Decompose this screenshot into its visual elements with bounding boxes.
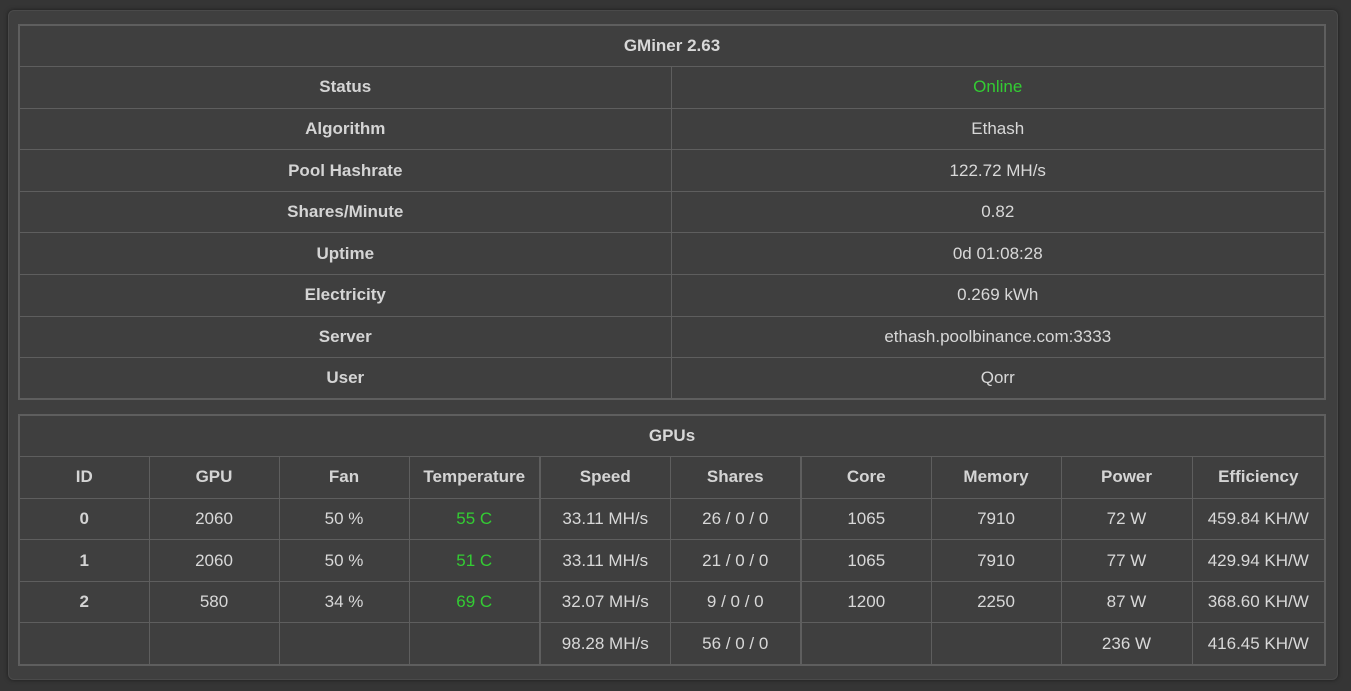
summary-row-status: Status Online xyxy=(18,66,1326,109)
gpu-efficiency: 459.84 KH/W xyxy=(1191,497,1326,541)
server-value: ethash.poolbinance.com:3333 xyxy=(670,315,1326,359)
user-value: Qorr xyxy=(670,357,1326,400)
gpu-fan: 50 % xyxy=(278,497,410,541)
gpu-row-0: 0 2060 50 % 55 C 33.11 MH/s 26 / 0 / 0 1… xyxy=(18,497,1326,541)
gpu-power: 72 W xyxy=(1060,497,1193,541)
server-label: Server xyxy=(18,315,672,359)
summary-title-row: GMiner 2.63 xyxy=(18,24,1326,68)
total-speed: 98.28 MH/s xyxy=(539,622,671,666)
total-shares: 56 / 0 / 0 xyxy=(669,622,802,666)
gpu-shares: 9 / 0 / 0 xyxy=(669,580,802,624)
gpu-temperature: 69 C xyxy=(408,580,541,624)
header-id: ID xyxy=(18,456,150,499)
gpu-memory: 2250 xyxy=(930,580,1062,624)
gpu-row-2: 2 580 34 % 69 C 32.07 MH/s 9 / 0 / 0 120… xyxy=(18,580,1326,624)
summary-row-shares-minute: Shares/Minute 0.82 xyxy=(18,190,1326,234)
gpu-speed: 32.07 MH/s xyxy=(539,580,671,624)
totals-empty-temp xyxy=(408,622,541,666)
gpu-core: 1065 xyxy=(800,539,932,582)
gpu-efficiency: 368.60 KH/W xyxy=(1191,580,1326,624)
gpus-header-row: ID GPU Fan Temperature Speed Shares Core… xyxy=(18,456,1326,499)
gpu-row-1: 1 2060 50 % 51 C 33.11 MH/s 21 / 0 / 0 1… xyxy=(18,539,1326,582)
algorithm-value: Ethash xyxy=(670,107,1326,151)
gpu-efficiency: 429.94 KH/W xyxy=(1191,539,1326,582)
gpu-fan: 34 % xyxy=(278,580,410,624)
gpus-table: GPUs ID GPU Fan Temperature Speed Shares… xyxy=(18,414,1327,666)
status-value: Online xyxy=(670,66,1326,109)
gpu-temperature: 55 C xyxy=(408,497,541,541)
electricity-label: Electricity xyxy=(18,274,672,317)
gpu-id: 2 xyxy=(18,580,150,624)
totals-empty-fan xyxy=(278,622,410,666)
header-efficiency: Efficiency xyxy=(1191,456,1326,499)
gpu-totals-row: 98.28 MH/s 56 / 0 / 0 236 W 416.45 KH/W xyxy=(18,622,1326,666)
gpu-power: 87 W xyxy=(1060,580,1193,624)
uptime-value: 0d 01:08:28 xyxy=(670,232,1326,276)
gpu-core: 1200 xyxy=(800,580,932,624)
totals-empty-id xyxy=(18,622,150,666)
gpu-temperature: 51 C xyxy=(408,539,541,582)
gpu-speed: 33.11 MH/s xyxy=(539,497,671,541)
summary-row-electricity: Electricity 0.269 kWh xyxy=(18,274,1326,317)
gpu-id: 0 xyxy=(18,497,150,541)
summary-row-algorithm: Algorithm Ethash xyxy=(18,107,1326,151)
summary-row-pool-hashrate: Pool Hashrate 122.72 MH/s xyxy=(18,149,1326,192)
totals-empty-memory xyxy=(930,622,1062,666)
pool-hashrate-label: Pool Hashrate xyxy=(18,149,672,192)
gpu-shares: 26 / 0 / 0 xyxy=(669,497,802,541)
uptime-label: Uptime xyxy=(18,232,672,276)
miner-title: GMiner 2.63 xyxy=(18,24,1326,68)
header-memory: Memory xyxy=(930,456,1062,499)
gpu-fan: 50 % xyxy=(278,539,410,582)
summary-row-uptime: Uptime 0d 01:08:28 xyxy=(18,232,1326,276)
header-temperature: Temperature xyxy=(408,456,541,499)
total-power: 236 W xyxy=(1060,622,1193,666)
gpus-title-row: GPUs xyxy=(18,414,1326,458)
status-label: Status xyxy=(18,66,672,109)
totals-empty-gpu xyxy=(148,622,280,666)
gpu-model: 580 xyxy=(148,580,280,624)
gpu-model: 2060 xyxy=(148,539,280,582)
header-shares: Shares xyxy=(669,456,802,499)
gpu-memory: 7910 xyxy=(930,539,1062,582)
gpu-model: 2060 xyxy=(148,497,280,541)
shares-minute-value: 0.82 xyxy=(670,190,1326,234)
totals-empty-core xyxy=(800,622,932,666)
shares-minute-label: Shares/Minute xyxy=(18,190,672,234)
gpu-memory: 7910 xyxy=(930,497,1062,541)
algorithm-label: Algorithm xyxy=(18,107,672,151)
total-efficiency: 416.45 KH/W xyxy=(1191,622,1326,666)
electricity-value: 0.269 kWh xyxy=(670,274,1326,317)
header-core: Core xyxy=(800,456,932,499)
gpu-core: 1065 xyxy=(800,497,932,541)
header-speed: Speed xyxy=(539,456,671,499)
header-power: Power xyxy=(1060,456,1193,499)
gpus-title: GPUs xyxy=(18,414,1326,458)
gpu-power: 77 W xyxy=(1060,539,1193,582)
summary-row-user: User Qorr xyxy=(18,357,1326,400)
gpu-speed: 33.11 MH/s xyxy=(539,539,671,582)
gpu-shares: 21 / 0 / 0 xyxy=(669,539,802,582)
pool-hashrate-value: 122.72 MH/s xyxy=(670,149,1326,192)
header-fan: Fan xyxy=(278,456,410,499)
summary-row-server: Server ethash.poolbinance.com:3333 xyxy=(18,315,1326,359)
summary-table: GMiner 2.63 Status Online Algorithm Etha… xyxy=(18,24,1326,401)
gpu-id: 1 xyxy=(18,539,150,582)
user-label: User xyxy=(18,357,672,400)
header-gpu: GPU xyxy=(148,456,280,499)
